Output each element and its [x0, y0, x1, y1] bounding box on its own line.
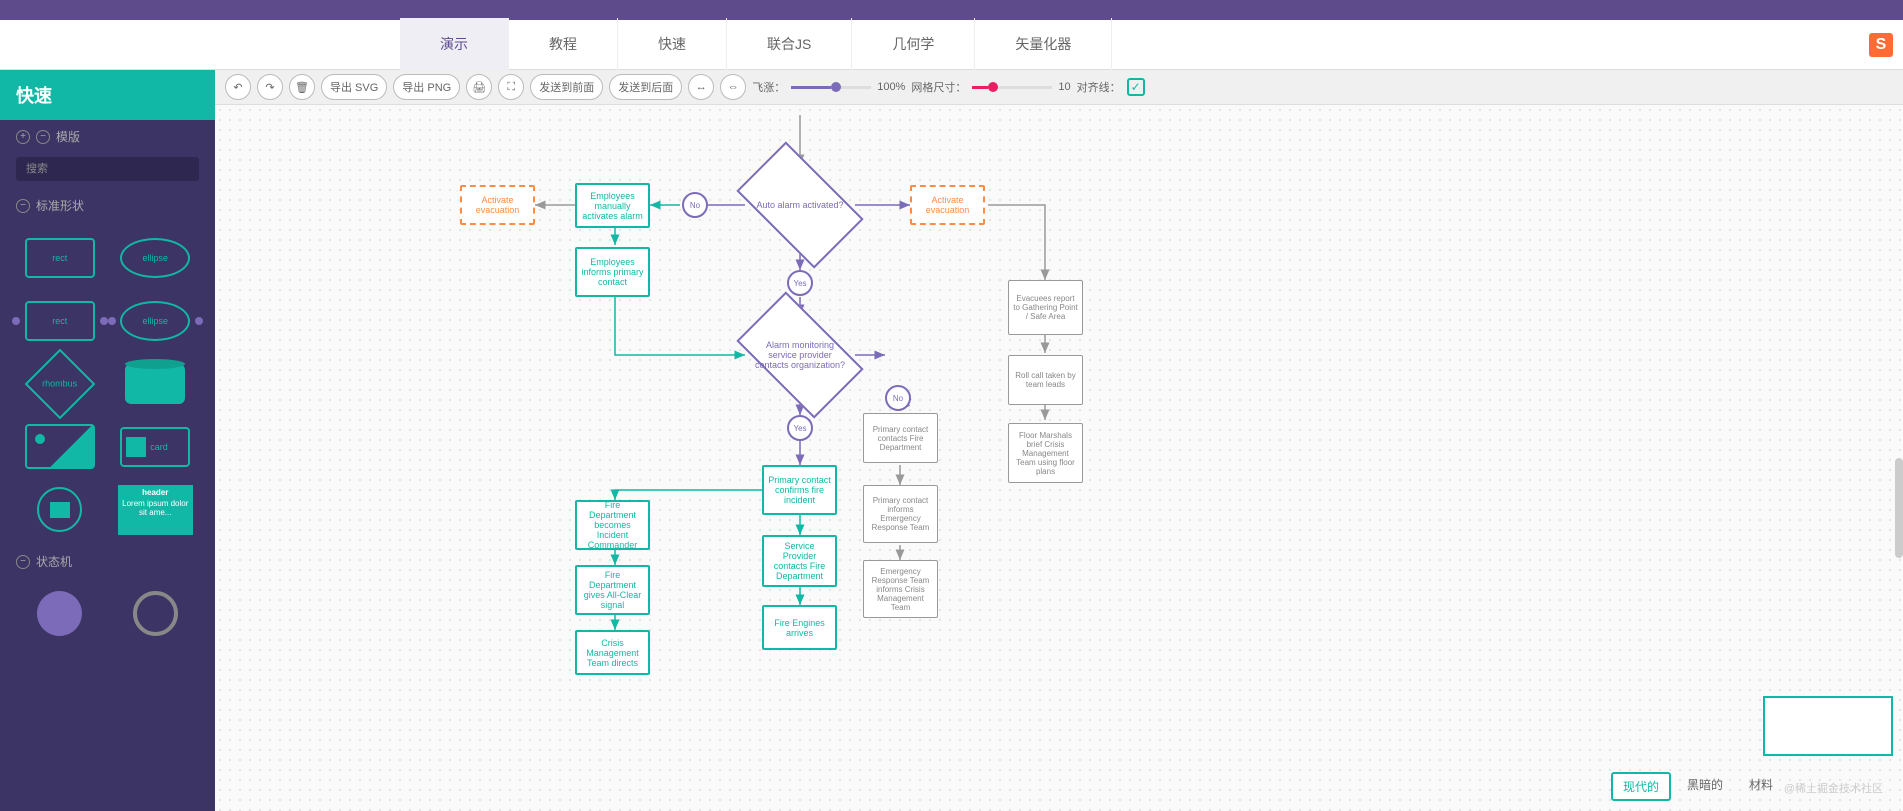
fullscreen-button[interactable]: ⛶	[498, 74, 524, 100]
grid-label: 网格尺寸：	[911, 79, 966, 95]
node-emergency-informs[interactable]: Emergency Response Team informs Crisis M…	[863, 560, 938, 618]
redo-button[interactable]: ↷	[257, 74, 283, 100]
snap-label: 对齐线：	[1077, 79, 1121, 95]
canvas[interactable]: Auto alarm activated? No Employees manua…	[215, 105, 1903, 811]
canvas-area: ↶ ↷ 🗑 导出 SVG 导出 PNG 🖨 ⛶ 发送到前面 发送到后面 ↔ ⇔ …	[215, 70, 1903, 811]
grid-value: 10	[1058, 81, 1070, 93]
shape-cylinder[interactable]	[112, 356, 200, 411]
node-evac-left[interactable]: Activate evacuation	[460, 185, 535, 225]
shape-rhombus[interactable]: rhombus	[16, 356, 104, 411]
shape-header-card[interactable]: headerLorem ipsum dolor sit ame...	[112, 482, 200, 537]
node-yes-1[interactable]: Yes	[787, 270, 813, 296]
section-templates[interactable]: + − 模版	[0, 120, 215, 153]
node-primary-confirm[interactable]: Primary contact confirms fire incident	[762, 465, 837, 515]
node-roll-call[interactable]: Roll call taken by team leads	[1008, 355, 1083, 405]
shape-ellipse-ports[interactable]: ellipse	[112, 293, 200, 348]
scroll-indicator[interactable]	[1895, 458, 1903, 558]
nav-tabs: 演示 教程 快速 联合JS 几何学 矢量化器	[400, 18, 1112, 72]
node-fire-commander[interactable]: Fire Department becomes Incident Command…	[575, 500, 650, 550]
sidebar-title: 快速	[0, 70, 215, 120]
nav-bar: 演示 教程 快速 联合JS 几何学 矢量化器 S	[0, 20, 1903, 70]
state-label: 状态机	[36, 553, 72, 570]
zoom-slider[interactable]	[791, 86, 871, 89]
sidebar: 快速 + − 模版 − 标准形状 rect ellipse rect ellip…	[0, 70, 215, 811]
shapes-grid: rect ellipse rect ellipse rhombus card h…	[0, 222, 215, 545]
node-evacuees[interactable]: Evacuees report to Gathering Point / Saf…	[1008, 280, 1083, 335]
section-state[interactable]: − 状态机	[0, 545, 215, 578]
node-fire-clear[interactable]: Fire Department gives All-Clear signal	[575, 565, 650, 615]
state-gray[interactable]	[112, 586, 200, 641]
export-png-button[interactable]: 导出 PNG	[393, 74, 460, 100]
snap-checkbox[interactable]: ✓	[1127, 78, 1145, 96]
tab-geometry[interactable]: 几何学	[852, 18, 975, 72]
state-purple[interactable]	[16, 586, 104, 641]
node-fire-arrives[interactable]: Fire Engines arrives	[762, 605, 837, 650]
fit-button[interactable]: ⇔	[720, 74, 746, 100]
node-primary-fire[interactable]: Primary contact contacts Fire Department	[863, 413, 938, 463]
send-front-button[interactable]: 发送到前面	[530, 74, 603, 100]
node-no-2[interactable]: No	[885, 385, 911, 411]
theme-modern-button[interactable]: 现代的	[1611, 772, 1671, 801]
collapse-icon[interactable]: −	[16, 199, 30, 213]
shape-card[interactable]: card	[112, 419, 200, 474]
collapse-icon-2[interactable]: −	[16, 555, 30, 569]
undo-button[interactable]: ↶	[225, 74, 251, 100]
shape-circle-image[interactable]	[16, 482, 104, 537]
shapes-label: 标准形状	[36, 197, 84, 214]
minimap[interactable]	[1763, 696, 1893, 756]
tab-jointjs[interactable]: 联合JS	[727, 18, 852, 72]
tab-quick[interactable]: 快速	[618, 18, 727, 72]
node-service-provider[interactable]: Service Provider contacts Fire Departmen…	[762, 535, 837, 587]
fit-width-button[interactable]: ↔	[688, 74, 714, 100]
shape-image[interactable]	[16, 419, 104, 474]
print-button[interactable]: 🖨	[466, 74, 492, 100]
tab-tutorial[interactable]: 教程	[509, 18, 618, 72]
node-yes-2[interactable]: Yes	[787, 415, 813, 441]
node-emp-informs[interactable]: Employees informs primary contact	[575, 247, 650, 297]
node-emp-manual[interactable]: Employees manually activates alarm	[575, 183, 650, 228]
state-grid	[0, 578, 215, 649]
node-no-1[interactable]: No	[682, 192, 708, 218]
export-svg-button[interactable]: 导出 SVG	[321, 74, 387, 100]
delete-button[interactable]: 🗑	[289, 74, 315, 100]
node-alarm-monitor[interactable]: Alarm monitoring service provider contac…	[736, 291, 863, 418]
section-shapes[interactable]: − 标准形状	[0, 189, 215, 222]
theme-dark-button[interactable]: 黑暗的	[1677, 772, 1733, 801]
shape-ellipse[interactable]: ellipse	[112, 230, 200, 285]
templates-label: 模版	[56, 128, 80, 145]
node-floor-marshals[interactable]: Floor Marshals brief Crisis Management T…	[1008, 423, 1083, 483]
node-auto-alarm[interactable]: Auto alarm activated?	[736, 141, 863, 268]
zoom-value: 100%	[877, 81, 905, 93]
send-back-button[interactable]: 发送到后面	[609, 74, 682, 100]
zoom-label: 飞涨：	[752, 79, 785, 95]
shape-rect-ports[interactable]: rect	[16, 293, 104, 348]
node-evac-right[interactable]: Activate evacuation	[910, 185, 985, 225]
tab-demo[interactable]: 演示	[400, 18, 509, 72]
theme-controls: 现代的 黑暗的 材料	[1611, 772, 1783, 801]
grid-slider[interactable]	[972, 86, 1052, 89]
shape-rect[interactable]: rect	[16, 230, 104, 285]
minus-icon[interactable]: −	[36, 130, 50, 144]
watermark: @稀土掘金技术社区	[1784, 780, 1883, 796]
tab-vectorizer[interactable]: 矢量化器	[975, 18, 1112, 72]
node-primary-informs[interactable]: Primary contact informs Emergency Respon…	[863, 485, 938, 543]
theme-material-button[interactable]: 材料	[1739, 772, 1783, 801]
node-crisis-mgmt[interactable]: Crisis Management Team directs	[575, 630, 650, 675]
logo-icon: S	[1869, 33, 1893, 57]
plus-icon[interactable]: +	[16, 130, 30, 144]
main-area: 快速 + − 模版 − 标准形状 rect ellipse rect ellip…	[0, 70, 1903, 811]
toolbar: ↶ ↷ 🗑 导出 SVG 导出 PNG 🖨 ⛶ 发送到前面 发送到后面 ↔ ⇔ …	[215, 70, 1903, 105]
search-input[interactable]	[16, 157, 199, 181]
